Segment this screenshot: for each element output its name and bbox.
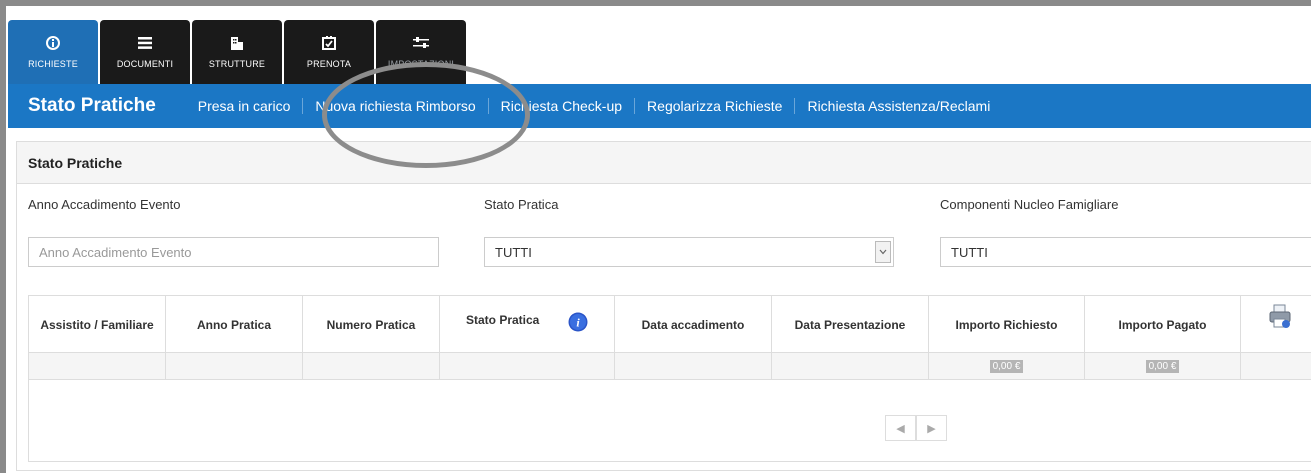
tab-richieste[interactable]: RICHIESTE: [8, 20, 98, 84]
nav-presa-in-carico[interactable]: Presa in carico: [186, 98, 304, 114]
chevron-down-icon[interactable]: [875, 241, 891, 263]
pratiche-table: Assistito / Familiare Anno Pratica Numer…: [28, 295, 1311, 462]
chevron-right-icon: ▶: [927, 422, 936, 435]
stato-select-value: TUTTI: [495, 244, 532, 260]
table-cell: [303, 353, 440, 380]
componenti-label: Componenti Nucleo Famigliare: [940, 197, 1119, 212]
componenti-select-value: TUTTI: [951, 244, 988, 260]
table-cell: [615, 353, 772, 380]
sliders-icon: [413, 35, 429, 51]
table-cell: [772, 353, 929, 380]
componenti-select[interactable]: TUTTI: [940, 237, 1311, 267]
checklist-icon: [321, 35, 337, 51]
print-button[interactable]: [1241, 296, 1311, 353]
table-cell: [1241, 353, 1311, 380]
building-icon: [229, 35, 245, 51]
prev-page-button[interactable]: ◀: [885, 415, 916, 441]
top-tabs: RICHIESTE DOCUMENTI STRUTTURE PRENOTA IM…: [8, 20, 468, 84]
printer-icon: [1268, 304, 1292, 333]
total-richiesto: 0,00 €: [989, 360, 1024, 373]
col-stato-label: Stato Pratica: [466, 313, 540, 327]
anno-input[interactable]: Anno Accadimento Evento: [28, 237, 439, 267]
stato-select[interactable]: TUTTI: [484, 237, 894, 267]
tab-label: IMPOSTAZIONI: [387, 59, 455, 69]
chevron-left-icon: ◀: [896, 422, 905, 435]
tab-strutture[interactable]: STRUTTURE: [192, 20, 282, 84]
tab-impostazioni[interactable]: IMPOSTAZIONI: [376, 20, 466, 84]
pagination: ◀ ▶: [885, 415, 947, 441]
col-anno[interactable]: Anno Pratica: [166, 296, 303, 353]
col-importo-pagato[interactable]: Importo Pagato: [1085, 296, 1241, 353]
col-data-accadimento[interactable]: Data accadimento: [615, 296, 772, 353]
secondary-nav-bar: Stato Pratiche Presa in carico Nuova ric…: [8, 84, 1311, 128]
col-importo-richiesto[interactable]: Importo Richiesto: [929, 296, 1085, 353]
info-icon: [45, 35, 61, 51]
stato-label: Stato Pratica: [484, 197, 559, 212]
table-cell: [440, 353, 615, 380]
info-icon[interactable]: i: [568, 312, 588, 335]
panel-title: Stato Pratiche: [17, 142, 1311, 184]
tab-label: PRENOTA: [306, 59, 352, 69]
col-stato[interactable]: Stato Pratica i: [440, 296, 615, 353]
next-page-button[interactable]: ▶: [916, 415, 947, 441]
nav-nuova-richiesta-rimborso[interactable]: Nuova richiesta Rimborso: [303, 98, 489, 114]
nav-richiesta-assistenza[interactable]: Richiesta Assistenza/Reclami: [795, 98, 1002, 114]
tab-label: STRUTTURE: [208, 59, 266, 69]
tab-label: RICHIESTE: [28, 59, 78, 69]
total-pagato: 0,00 €: [1145, 360, 1180, 373]
tab-prenota[interactable]: PRENOTA: [284, 20, 374, 84]
col-assistito[interactable]: Assistito / Familiare: [29, 296, 166, 353]
nav-richiesta-check-up[interactable]: Richiesta Check-up: [489, 98, 636, 114]
total-richiesto-cell: 0,00 €: [929, 353, 1085, 380]
stato-pratiche-panel: Stato Pratiche Anno Accadimento Evento S…: [16, 141, 1311, 471]
nav-regolarizza-richieste[interactable]: Regolarizza Richieste: [635, 98, 796, 114]
anno-label: Anno Accadimento Evento: [28, 197, 181, 212]
col-numero[interactable]: Numero Pratica: [303, 296, 440, 353]
table-cell: [29, 353, 166, 380]
menu-icon: [137, 35, 153, 51]
table-cell: [166, 353, 303, 380]
total-pagato-cell: 0,00 €: [1085, 353, 1241, 380]
table-header: Assistito / Familiare Anno Pratica Numer…: [29, 296, 1311, 353]
section-title[interactable]: Stato Pratiche: [28, 95, 156, 117]
tab-documenti[interactable]: DOCUMENTI: [100, 20, 190, 84]
col-data-presentazione[interactable]: Data Presentazione: [772, 296, 929, 353]
totals-row: 0,00 € 0,00 €: [29, 353, 1311, 380]
tab-label: DOCUMENTI: [116, 59, 174, 69]
